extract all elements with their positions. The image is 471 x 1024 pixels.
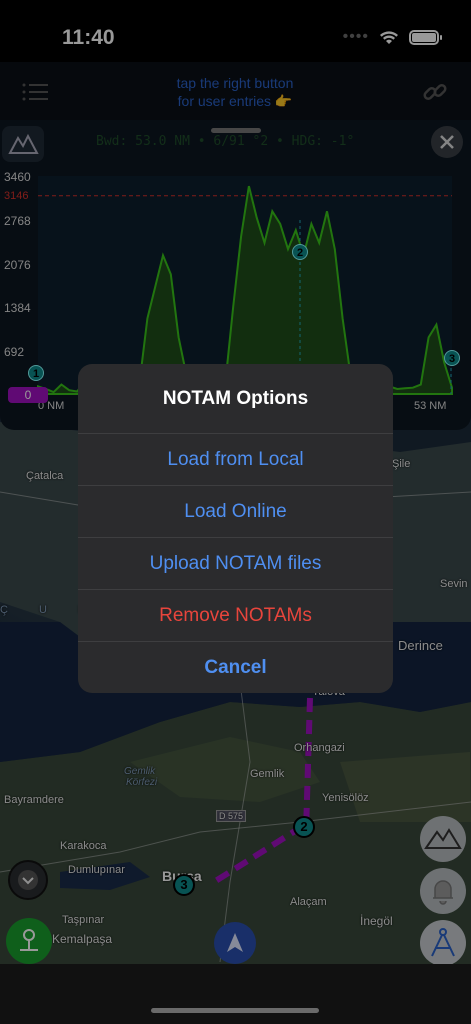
cancel-button[interactable]: Cancel [78,642,393,693]
sheet-title: NOTAM Options [78,364,393,434]
bottom-bar [0,964,471,1024]
upload-notam-files-button[interactable]: Upload NOTAM files [78,538,393,590]
load-online-button[interactable]: Load Online [78,486,393,538]
load-from-local-button[interactable]: Load from Local [78,434,393,486]
remove-notams-button[interactable]: Remove NOTAMs [78,590,393,642]
home-indicator[interactable] [151,1008,319,1013]
notam-options-sheet: NOTAM Options Load from Local Load Onlin… [78,364,393,693]
